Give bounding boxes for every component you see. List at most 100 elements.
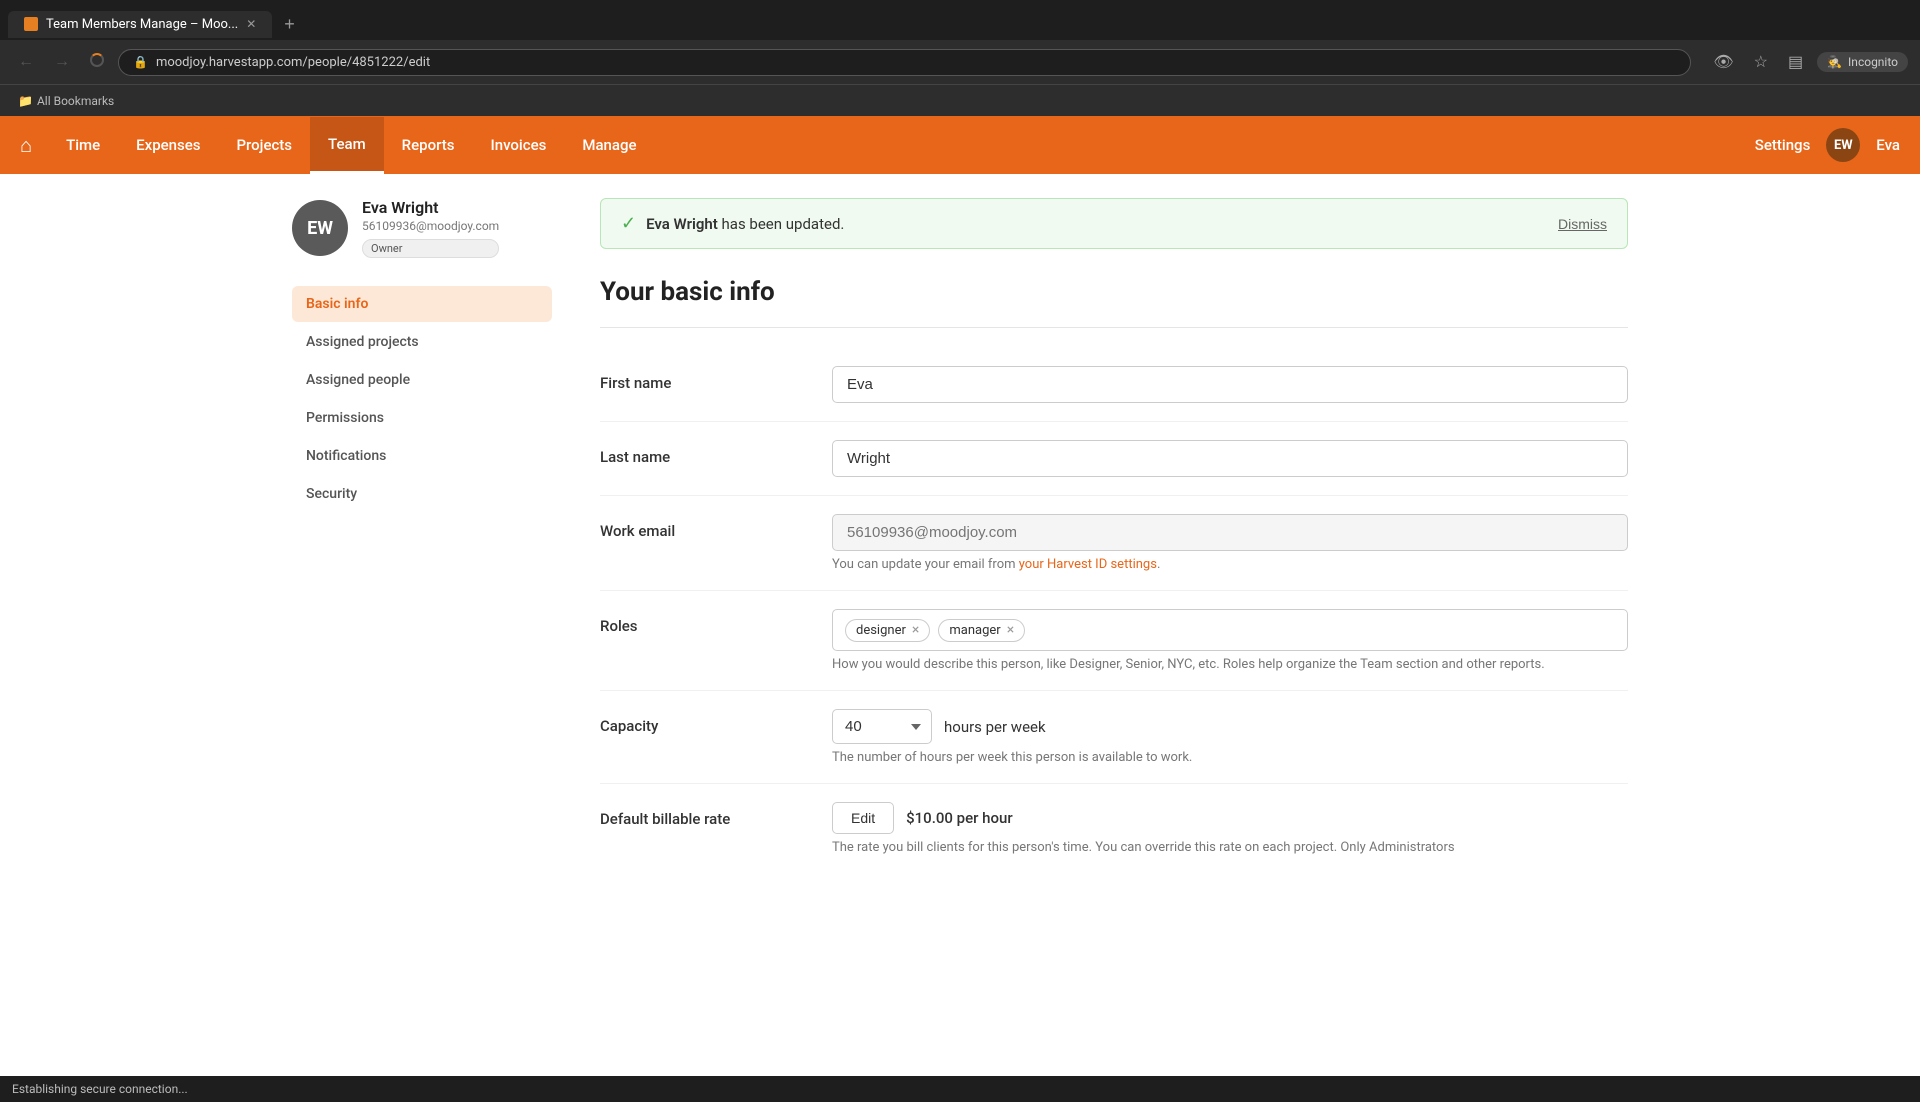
bookmark-icon[interactable]: ☆ xyxy=(1748,48,1774,76)
capacity-input-row: 20 32 40 48 hours per week xyxy=(832,709,1628,744)
bookmarks-label: All Bookmarks xyxy=(37,94,114,108)
sidebar-icon[interactable]: ▤ xyxy=(1782,48,1809,76)
bookmarks-folder-icon: 📁 xyxy=(18,94,33,108)
profile-info: Eva Wright 56109936@moodjoy.com Owner xyxy=(362,198,499,258)
roles-input[interactable]: designer × manager × xyxy=(832,609,1628,651)
incognito-badge: 🕵 Incognito xyxy=(1817,52,1908,72)
incognito-icon: 🕵 xyxy=(1827,55,1842,69)
url-text: moodjoy.harvestapp.com/people/4851222/ed… xyxy=(156,55,430,70)
rate-value: $10.00 per hour xyxy=(906,809,1013,827)
page-content: EW Eva Wright 56109936@moodjoy.com Owner… xyxy=(260,174,1660,897)
billable-rate-label: Default billable rate xyxy=(600,802,800,828)
first-name-field xyxy=(832,366,1628,403)
address-bar[interactable]: 🔒 moodjoy.harvestapp.com/people/4851222/… xyxy=(118,49,1691,76)
billable-rate-hint: The rate you bill clients for this perso… xyxy=(832,840,1628,855)
work-email-hint-after: . xyxy=(1157,557,1160,572)
browser-actions: 👁 ☆ ▤ 🕵 Incognito xyxy=(1707,48,1908,76)
success-text: has been updated. xyxy=(722,215,845,233)
nav-reports[interactable]: Reports xyxy=(384,118,473,172)
nav-expenses[interactable]: Expenses xyxy=(118,118,218,172)
capacity-hint: The number of hours per week this person… xyxy=(832,750,1628,765)
sidebar-item-assigned-projects[interactable]: Assigned projects xyxy=(292,324,552,360)
app: ⌂ Time Expenses Projects Team Reports In… xyxy=(0,116,1920,1076)
profile-name: Eva Wright xyxy=(362,198,499,217)
capacity-row: Capacity 20 32 40 48 hours per week The … xyxy=(600,691,1628,784)
edit-rate-button[interactable]: Edit xyxy=(832,802,894,834)
sidebar-item-basic-info[interactable]: Basic info xyxy=(292,286,552,322)
sidebar-nav: Basic info Assigned projects Assigned pe… xyxy=(292,286,552,512)
success-icon: ✓ xyxy=(621,213,636,234)
first-name-label: First name xyxy=(600,366,800,392)
rate-amount: $10.00 xyxy=(906,809,953,827)
work-email-field: You can update your email from your Harv… xyxy=(832,514,1628,572)
sidebar-item-security[interactable]: Security xyxy=(292,476,552,512)
tab-title: Team Members Manage – Moo... xyxy=(46,17,238,32)
nav-time[interactable]: Time xyxy=(48,118,118,172)
browser-tabs: Team Members Manage – Moo... ✕ + xyxy=(0,0,1920,40)
avatar: EW xyxy=(1826,128,1860,162)
first-name-input[interactable] xyxy=(832,366,1628,403)
rate-unit: per hour xyxy=(957,809,1013,827)
bookmarks-bar: 📁 All Bookmarks xyxy=(0,84,1920,116)
last-name-input[interactable] xyxy=(832,440,1628,477)
active-tab[interactable]: Team Members Manage – Moo... ✕ xyxy=(8,11,272,38)
nav-right: Settings EW Eva xyxy=(1755,128,1900,162)
role-tag-manager: manager × xyxy=(938,619,1025,642)
last-name-row: Last name xyxy=(600,422,1628,496)
section-divider xyxy=(600,327,1628,328)
tab-favicon xyxy=(24,17,38,31)
capacity-label: Capacity xyxy=(600,709,800,735)
last-name-label: Last name xyxy=(600,440,800,466)
loading-spinner xyxy=(90,53,104,67)
home-icon[interactable]: ⌂ xyxy=(20,133,32,158)
success-name: Eva Wright xyxy=(646,215,718,233)
nav-team[interactable]: Team xyxy=(310,117,384,174)
nav-manage[interactable]: Manage xyxy=(564,118,654,172)
all-bookmarks[interactable]: 📁 All Bookmarks xyxy=(12,92,120,110)
sidebar-item-permissions[interactable]: Permissions xyxy=(292,400,552,436)
sidebar-item-notifications[interactable]: Notifications xyxy=(292,438,552,474)
main-content: ✓ Eva Wright has been updated. Dismiss Y… xyxy=(600,198,1628,873)
role-tag-designer-remove[interactable]: × xyxy=(912,623,919,637)
capacity-field: 20 32 40 48 hours per week The number of… xyxy=(832,709,1628,765)
role-tag-manager-text: manager xyxy=(949,623,1000,638)
role-tag-manager-remove[interactable]: × xyxy=(1007,623,1014,637)
sidebar-profile: EW Eva Wright 56109936@moodjoy.com Owner xyxy=(292,198,552,258)
harvest-id-settings-link[interactable]: your Harvest ID settings xyxy=(1019,557,1157,572)
role-tag-designer: designer × xyxy=(845,619,930,642)
reload-button[interactable] xyxy=(84,49,110,76)
capacity-select[interactable]: 20 32 40 48 xyxy=(832,709,932,744)
forward-button[interactable]: → xyxy=(48,49,76,75)
settings-link[interactable]: Settings xyxy=(1755,136,1811,154)
dismiss-button[interactable]: Dismiss xyxy=(1558,216,1607,232)
incognito-label: Incognito xyxy=(1848,55,1898,69)
username-label[interactable]: Eva xyxy=(1876,136,1900,154)
success-banner: ✓ Eva Wright has been updated. Dismiss xyxy=(600,198,1628,249)
billable-rate-row: Default billable rate Edit $10.00 per ho… xyxy=(600,784,1628,873)
sidebar-item-assigned-people[interactable]: Assigned people xyxy=(292,362,552,398)
capacity-unit: hours per week xyxy=(944,718,1046,736)
work-email-hint-text: You can update your email from xyxy=(832,557,1019,572)
work-email-input xyxy=(832,514,1628,551)
back-button[interactable]: ← xyxy=(12,49,40,75)
roles-field: designer × manager × How you would descr… xyxy=(832,609,1628,672)
roles-label: Roles xyxy=(600,609,800,635)
role-tag-designer-text: designer xyxy=(856,623,906,638)
eye-off-icon[interactable]: 👁 xyxy=(1707,48,1739,76)
nav-links: Time Expenses Projects Team Reports Invo… xyxy=(48,117,1755,174)
success-banner-message: ✓ Eva Wright has been updated. xyxy=(621,213,844,234)
first-name-row: First name xyxy=(600,348,1628,422)
sidebar: EW Eva Wright 56109936@moodjoy.com Owner… xyxy=(292,198,552,873)
work-email-hint: You can update your email from your Harv… xyxy=(832,557,1628,572)
status-text: Establishing secure connection... xyxy=(12,1082,188,1096)
roles-hint: How you would describe this person, like… xyxy=(832,657,1628,672)
browser-controls: ← → 🔒 moodjoy.harvestapp.com/people/4851… xyxy=(0,40,1920,84)
profile-avatar: EW xyxy=(292,200,348,256)
profile-email: 56109936@moodjoy.com xyxy=(362,219,499,233)
billable-rate-input-row: Edit $10.00 per hour xyxy=(832,802,1628,834)
nav-invoices[interactable]: Invoices xyxy=(472,118,564,172)
page-title: Your basic info xyxy=(600,277,1628,307)
new-tab-button[interactable]: + xyxy=(276,10,303,39)
tab-close-button[interactable]: ✕ xyxy=(246,17,256,31)
nav-projects[interactable]: Projects xyxy=(218,118,310,172)
